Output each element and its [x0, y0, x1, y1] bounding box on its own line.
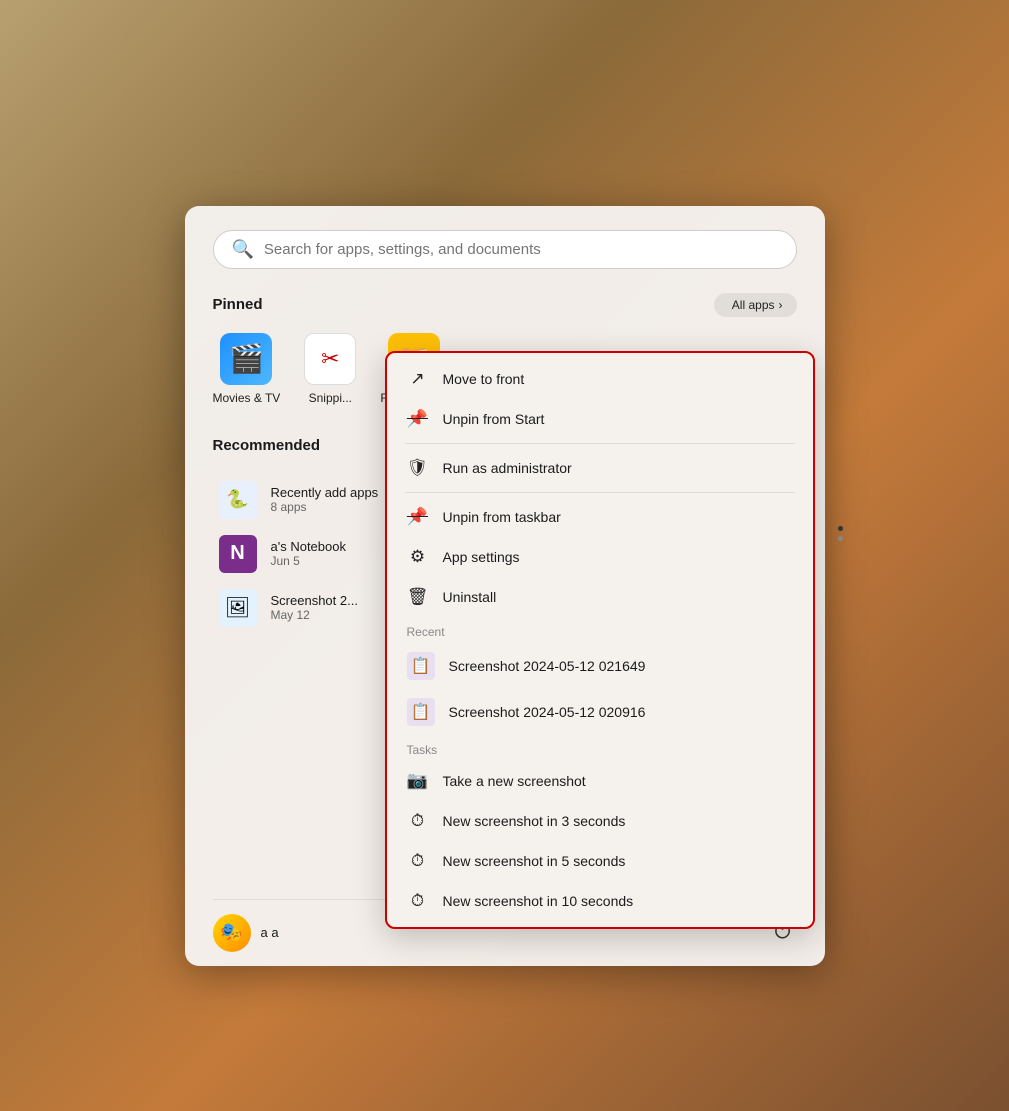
menu-label-take-screenshot: Take a new screenshot	[443, 773, 586, 789]
snipping-tool-icon: ✂	[304, 333, 356, 385]
app-settings-icon: ⚙	[407, 547, 429, 567]
all-apps-label: All apps	[732, 298, 775, 312]
search-input[interactable]	[264, 241, 778, 258]
rec-name-notebook: a's Notebook	[271, 539, 346, 554]
menu-item-unpin-taskbar[interactable]: 📌 Unpin from taskbar	[387, 497, 813, 537]
menu-item-uninstall[interactable]: 🗑 Uninstall	[387, 577, 813, 617]
pinned-title: Pinned	[213, 296, 263, 313]
rec-sub-screenshot: May 12	[271, 608, 358, 622]
menu-label-screenshot-3s: New screenshot in 3 seconds	[443, 813, 626, 829]
avatar: 🎭	[213, 914, 251, 952]
search-bar[interactable]: 🔍	[213, 230, 797, 269]
menu-item-screenshot-5s[interactable]: ⏱ New screenshot in 5 seconds	[387, 841, 813, 881]
rec-info-recently-added: Recently add apps 8 apps	[271, 485, 379, 514]
screenshot-10s-icon: ⏱	[407, 891, 429, 911]
pagination-dots	[838, 526, 843, 541]
menu-item-screenshot-2[interactable]: 📋 Screenshot 2024-05-12 020916	[387, 689, 813, 735]
menu-label-run-as-admin: Run as administrator	[443, 460, 572, 476]
recent-section-label: Recent	[387, 617, 813, 643]
screenshot-rec-icon: 🖼	[219, 589, 257, 627]
context-menu: ↗ Move to front 📌 Unpin from Start 🛡 Run…	[385, 351, 815, 929]
menu-label-move-to-front: Move to front	[443, 371, 525, 387]
screenshot-2-icon: 📋	[407, 698, 435, 726]
menu-item-unpin-start[interactable]: 📌 Unpin from Start	[387, 399, 813, 439]
unpin-start-icon: 📌	[407, 409, 429, 429]
menu-divider-2	[405, 492, 795, 493]
run-as-admin-icon: 🛡	[407, 458, 429, 478]
menu-item-take-screenshot[interactable]: 📷 Take a new screenshot	[387, 761, 813, 801]
recently-added-icon: 🐍	[219, 481, 257, 519]
menu-item-screenshot-3s[interactable]: ⏱ New screenshot in 3 seconds	[387, 801, 813, 841]
rec-name-recently-added: Recently add apps	[271, 485, 379, 500]
pinned-section-header: Pinned All apps ›	[213, 293, 797, 317]
username: a a	[261, 925, 279, 940]
take-screenshot-icon: 📷	[407, 771, 429, 791]
pinned-app-snipping[interactable]: ✂ Snippi...	[304, 333, 356, 405]
menu-label-screenshot-10s: New screenshot in 10 seconds	[443, 893, 634, 909]
menu-item-move-to-front[interactable]: ↗ Move to front	[387, 359, 813, 399]
menu-item-app-settings[interactable]: ⚙ App settings	[387, 537, 813, 577]
dot-2	[838, 536, 843, 541]
rec-sub-notebook: Jun 5	[271, 554, 346, 568]
user-profile[interactable]: 🎭 a a	[213, 914, 279, 952]
rec-sub-recently-added: 8 apps	[271, 500, 379, 514]
screenshot-1-icon: 📋	[407, 652, 435, 680]
screenshot-5s-icon: ⏱	[407, 851, 429, 871]
move-to-front-icon: ↗	[407, 369, 429, 389]
unpin-taskbar-icon: 📌	[407, 507, 429, 527]
rec-info-notebook: a's Notebook Jun 5	[271, 539, 346, 568]
menu-item-screenshot-10s[interactable]: ⏱ New screenshot in 10 seconds	[387, 881, 813, 921]
snipping-label: Snippi...	[309, 391, 352, 405]
menu-item-run-as-admin[interactable]: 🛡 Run as administrator	[387, 448, 813, 488]
pinned-app-movies-tv[interactable]: 🎬 Movies & TV	[213, 333, 281, 405]
all-apps-button[interactable]: All apps ›	[714, 293, 797, 317]
chevron-right-icon: ›	[779, 298, 783, 312]
start-menu: 🔍 Pinned All apps › 🎬 Movies & TV ✂ Snip…	[185, 206, 825, 966]
menu-label-screenshot-5s: New screenshot in 5 seconds	[443, 853, 626, 869]
screenshot-3s-icon: ⏱	[407, 811, 429, 831]
menu-label-uninstall: Uninstall	[443, 589, 497, 605]
rec-info-screenshot: Screenshot 2... May 12	[271, 593, 358, 622]
dot-1	[838, 526, 843, 531]
screenshot-2-label: Screenshot 2024-05-12 020916	[449, 704, 646, 720]
uninstall-icon: 🗑	[407, 587, 429, 607]
movies-tv-icon: 🎬	[220, 333, 272, 385]
recommended-title: Recommended	[213, 437, 321, 454]
movies-tv-label: Movies & TV	[213, 391, 281, 405]
menu-item-screenshot-1[interactable]: 📋 Screenshot 2024-05-12 021649	[387, 643, 813, 689]
menu-label-app-settings: App settings	[443, 549, 520, 565]
menu-label-unpin-taskbar: Unpin from taskbar	[443, 509, 561, 525]
menu-divider-1	[405, 443, 795, 444]
rec-name-screenshot: Screenshot 2...	[271, 593, 358, 608]
menu-label-unpin-start: Unpin from Start	[443, 411, 545, 427]
notebook-icon: N	[219, 535, 257, 573]
tasks-section-label: Tasks	[387, 735, 813, 761]
search-icon: 🔍	[232, 239, 254, 260]
screenshot-1-label: Screenshot 2024-05-12 021649	[449, 658, 646, 674]
